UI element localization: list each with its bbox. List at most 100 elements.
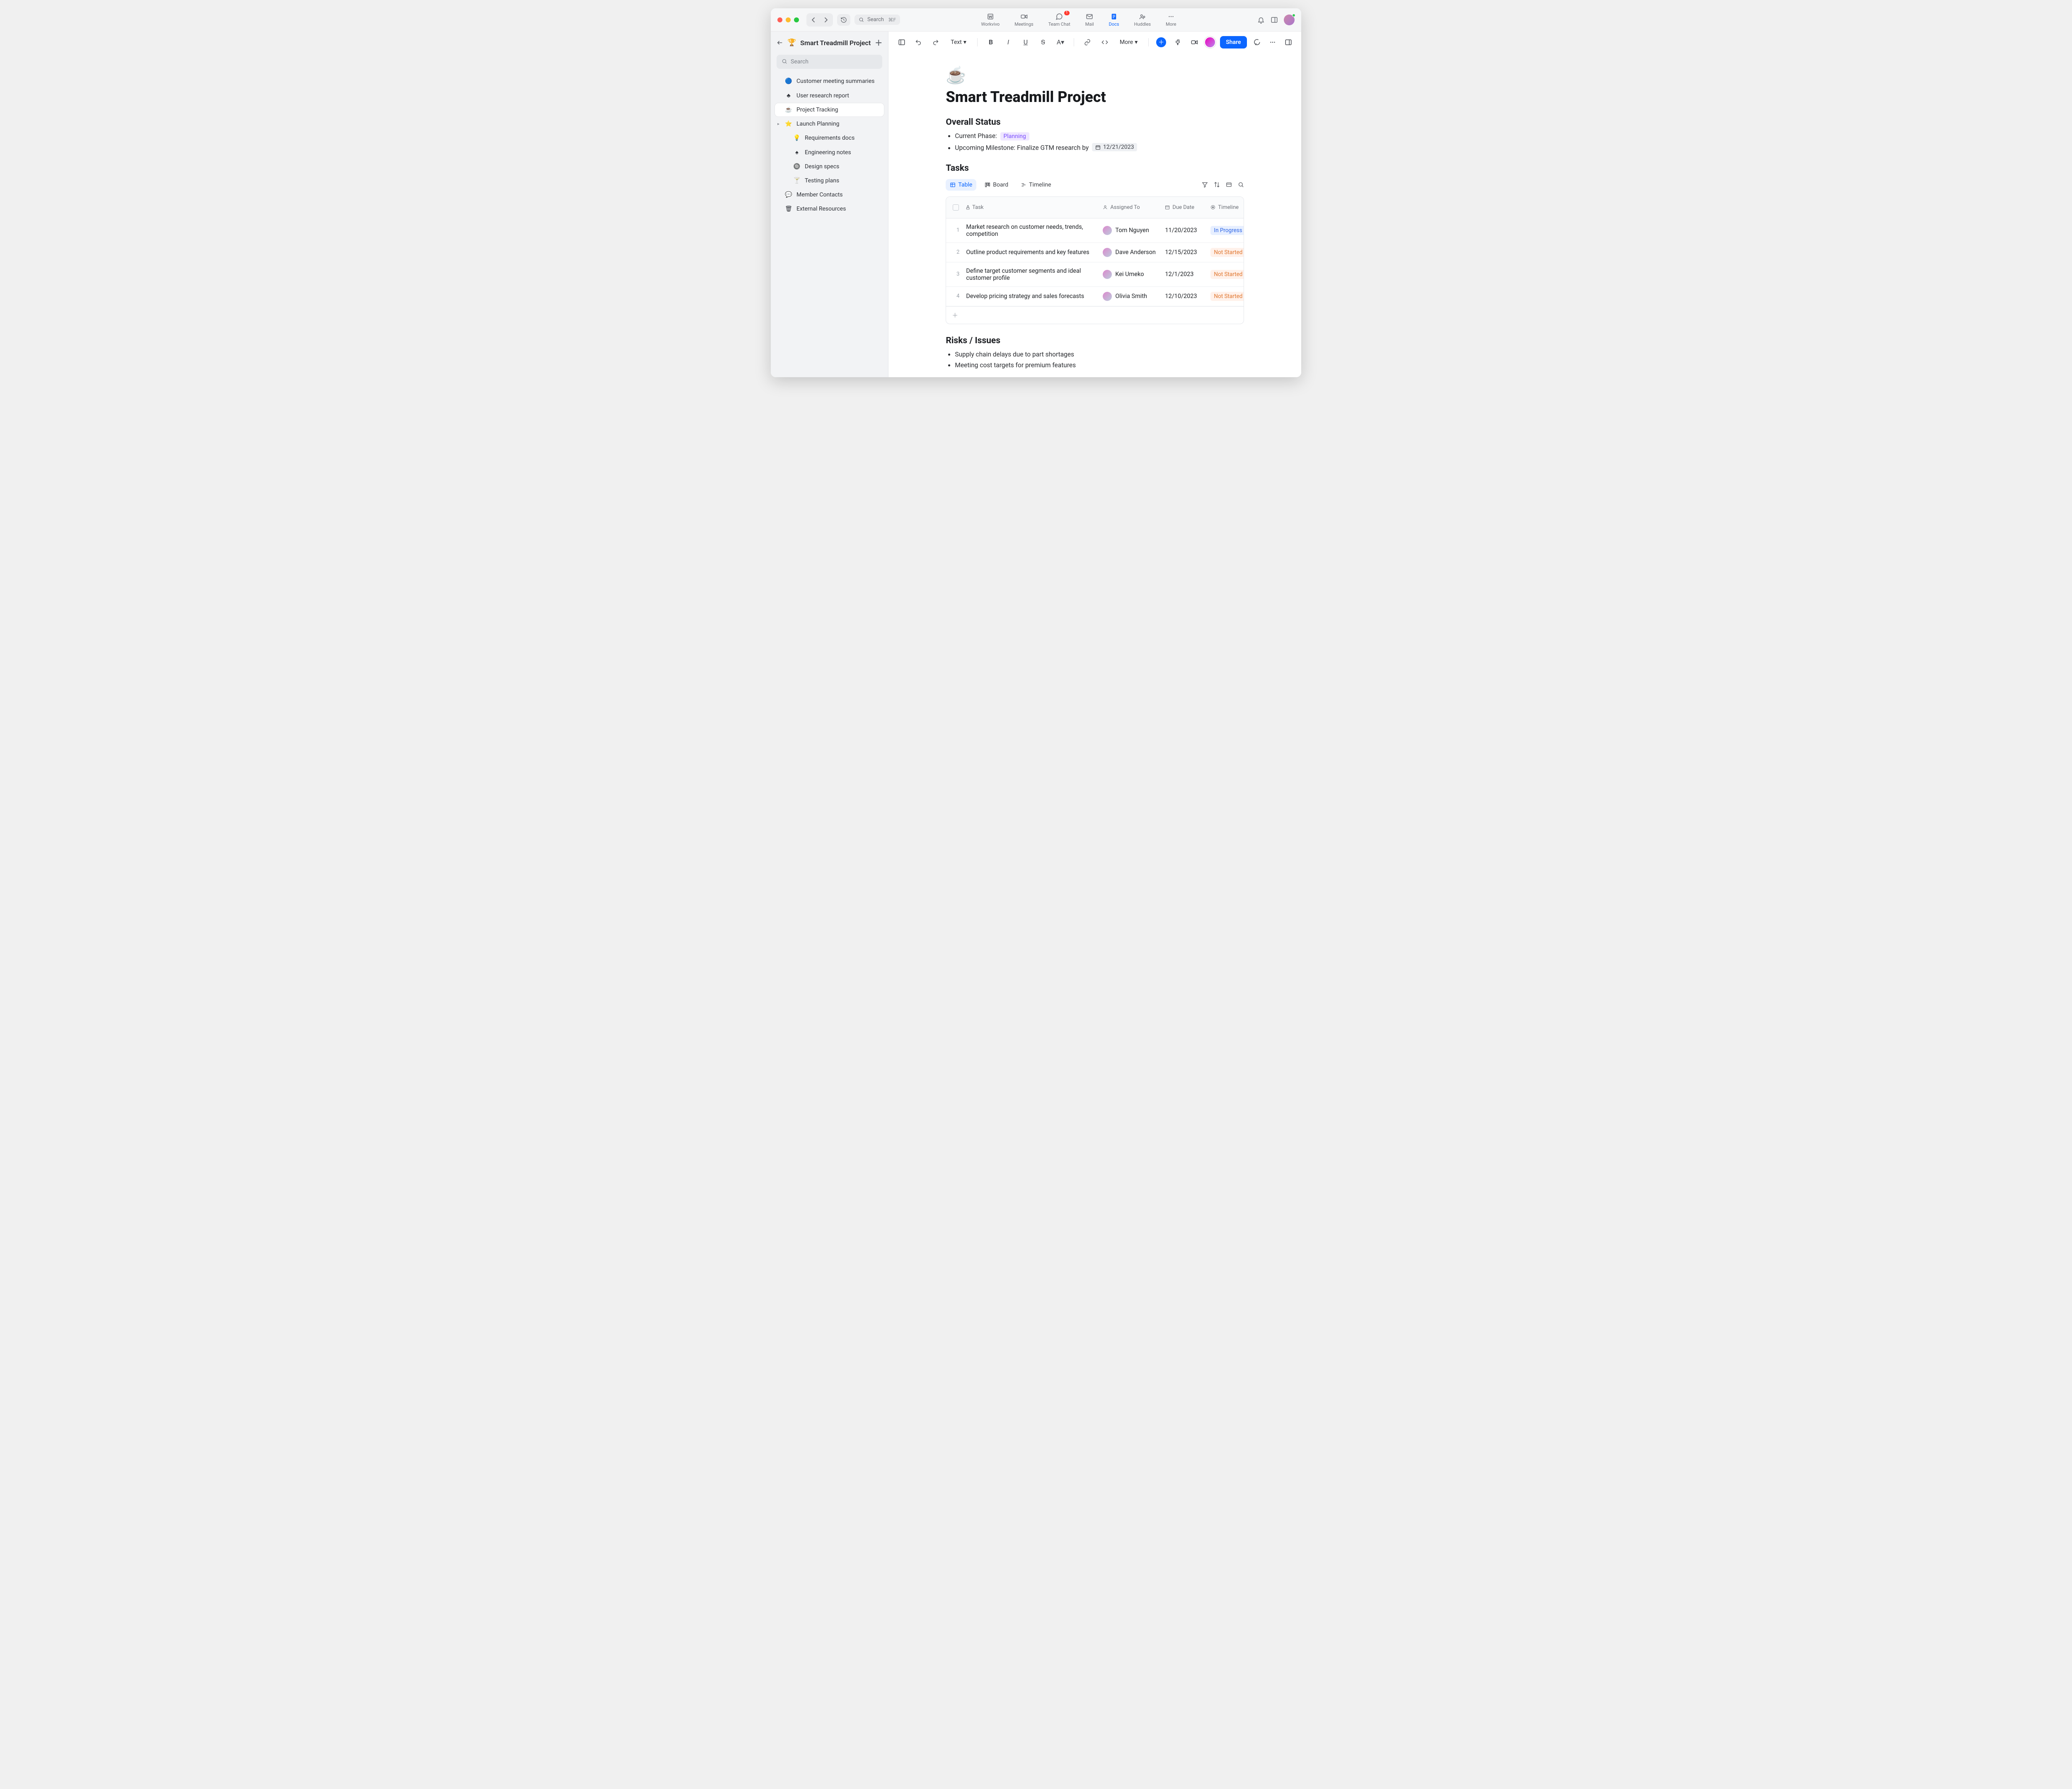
more-actions-button[interactable] (1267, 36, 1278, 48)
tab-meetings[interactable]: Meetings (1014, 12, 1033, 27)
global-search[interactable]: Search ⌘F (854, 15, 900, 25)
sidebar-item-member-contacts[interactable]: 💬Member Contacts (775, 188, 884, 201)
underline-button[interactable]: U (1020, 36, 1031, 48)
more-format-button[interactable]: More▾ (1116, 37, 1141, 47)
cell-assignee[interactable]: Tom Nguyen (1099, 223, 1162, 238)
bell-icon[interactable] (1257, 16, 1265, 24)
add-row-button[interactable]: ＋ (946, 306, 1244, 324)
cell-due[interactable]: 12/15/2023 (1162, 246, 1207, 258)
sidebar-item-project-tracking[interactable]: ☕Project Tracking (775, 103, 884, 116)
cell-status[interactable]: Not Started (1207, 289, 1244, 303)
comments-button[interactable] (1251, 36, 1263, 48)
redo-button[interactable] (930, 36, 942, 48)
close-window-button[interactable] (777, 17, 782, 22)
sidebar-item-design-specs[interactable]: 🔘Design specs (775, 160, 884, 173)
cell-task[interactable]: Develop pricing strategy and sales forec… (963, 290, 1099, 302)
cell-status[interactable]: In Progress (1207, 223, 1244, 238)
strikethrough-button[interactable]: S (1037, 36, 1049, 48)
new-page-button[interactable]: ＋ (875, 37, 882, 48)
table-row[interactable]: 2 Outline product requirements and key f… (946, 243, 1244, 262)
cell-due[interactable]: 12/10/2023 (1162, 290, 1207, 302)
risk-item[interactable]: Supply chain delays due to part shortage… (955, 351, 1244, 358)
profile-avatar[interactable] (1284, 15, 1295, 25)
sidebar-item-customer-meeting-summaries[interactable]: 🔵Customer meeting summaries (775, 75, 884, 88)
minimize-window-button[interactable] (786, 17, 791, 22)
tab-workvivo[interactable]: Workvivo (981, 12, 1000, 27)
cell-assignee[interactable]: Kei Umeko (1099, 267, 1162, 281)
risk-item[interactable]: Meeting cost targets for premium feature… (955, 361, 1244, 369)
sidebar-item-external-resources[interactable]: 🗑External Resources (775, 202, 884, 216)
tab-docs[interactable]: Docs (1109, 12, 1119, 27)
tab-mail[interactable]: Mail (1085, 12, 1094, 27)
doc-hero-icon[interactable]: ☕ (946, 65, 1244, 85)
history-button[interactable] (837, 14, 850, 26)
cell-status[interactable]: Not Started (1207, 245, 1244, 259)
undo-button[interactable] (913, 36, 924, 48)
sidebar-item-label: Launch Planning (796, 121, 839, 127)
status-phase[interactable]: Current Phase: Planning (955, 132, 1244, 140)
cell-assignee[interactable]: Olivia Smith (1099, 289, 1162, 303)
nav-forward-button[interactable] (820, 14, 832, 26)
tab-more[interactable]: More (1166, 12, 1176, 27)
cell-assignee[interactable]: Dave Anderson (1099, 245, 1162, 259)
cell-task[interactable]: Outline product requirements and key fea… (963, 246, 1099, 258)
insert-button[interactable]: ＋ (1156, 37, 1166, 47)
tasks-heading[interactable]: Tasks (946, 163, 1244, 173)
col-assigned[interactable]: Assigned To (1099, 202, 1162, 213)
fields-icon[interactable] (1226, 182, 1232, 188)
toggle-right-panel-button[interactable] (1283, 36, 1294, 48)
back-arrow-icon[interactable] (777, 39, 783, 46)
sidebar-item-testing-plans[interactable]: 🍸Testing plans (775, 174, 884, 187)
col-due[interactable]: Due Date (1162, 202, 1207, 213)
cell-task[interactable]: Market research on customer needs, trend… (963, 221, 1099, 240)
chevron-right-icon[interactable]: ▸ (777, 122, 779, 126)
sidebar-item-launch-planning[interactable]: ▸⭐Launch Planning (775, 117, 884, 131)
sidebar-item-engineering-notes[interactable]: ♠Engineering notes (775, 145, 884, 159)
start-video-button[interactable] (1188, 36, 1200, 48)
tab-team-chat[interactable]: 1 Team Chat (1048, 12, 1070, 27)
sidebar-search[interactable]: Search (777, 55, 882, 69)
filter-icon[interactable] (1202, 182, 1208, 188)
table-row[interactable]: 1 Market research on customer needs, tre… (946, 218, 1244, 243)
cell-status[interactable]: Not Started (1207, 267, 1244, 281)
document-column: Text▾ B I U S A▾ More▾ ＋ (888, 32, 1301, 377)
sidebar-item-user-research-report[interactable]: ♣User research report (775, 89, 884, 102)
select-all-checkbox[interactable] (953, 204, 959, 211)
cell-due[interactable]: 11/20/2023 (1162, 224, 1207, 236)
link-button[interactable] (1082, 36, 1093, 48)
table-row[interactable]: 3 Define target customer segments and id… (946, 262, 1244, 287)
code-button[interactable] (1099, 36, 1111, 48)
sidebar-item-requirements-docs[interactable]: 💡Requirements docs (775, 131, 884, 145)
cell-task[interactable]: Define target customer segments and idea… (963, 265, 1099, 284)
view-tab-board[interactable]: Board (980, 179, 1012, 191)
nav-back-button[interactable] (807, 14, 820, 26)
date-chip[interactable]: 12/21/2023 (1092, 143, 1138, 151)
col-timeline[interactable]: Timeline (1207, 202, 1244, 213)
view-tab-timeline[interactable]: Timeline (1017, 179, 1055, 191)
bold-button[interactable]: B (985, 36, 997, 48)
doc-title[interactable]: Smart Treadmill Project (946, 88, 1244, 106)
panel-toggle-icon[interactable] (1271, 16, 1278, 24)
sidebar-item-label: Testing plans (805, 177, 839, 184)
status-milestone[interactable]: Upcoming Milestone: Finalize GTM researc… (955, 143, 1244, 152)
doc-scroll[interactable]: ☕ Smart Treadmill Project Overall Status… (888, 53, 1301, 377)
text-color-button[interactable]: A▾ (1055, 36, 1066, 48)
sort-icon[interactable] (1214, 182, 1220, 188)
share-button[interactable]: Share (1220, 36, 1247, 48)
view-tab-table[interactable]: Table (946, 179, 976, 191)
zoom-window-button[interactable] (794, 17, 799, 22)
calendar-icon (1095, 145, 1101, 150)
toggle-sidebar-button[interactable] (896, 36, 908, 48)
collaborator-avatar[interactable] (1204, 36, 1216, 48)
search-in-table-icon[interactable] (1238, 182, 1244, 188)
page-icon: ♠ (793, 149, 801, 156)
overall-status-heading[interactable]: Overall Status (946, 117, 1244, 127)
risks-heading[interactable]: Risks / Issues (946, 336, 1244, 346)
italic-button[interactable]: I (1002, 36, 1014, 48)
cell-due[interactable]: 12/1/2023 (1162, 268, 1207, 280)
format-painter-button[interactable] (1172, 36, 1184, 48)
tab-huddles[interactable]: Huddles (1134, 12, 1151, 27)
col-task[interactable]: A̲Task (963, 201, 1099, 213)
text-style-select[interactable]: Text▾ (947, 37, 970, 47)
table-row[interactable]: 4 Develop pricing strategy and sales for… (946, 287, 1244, 306)
